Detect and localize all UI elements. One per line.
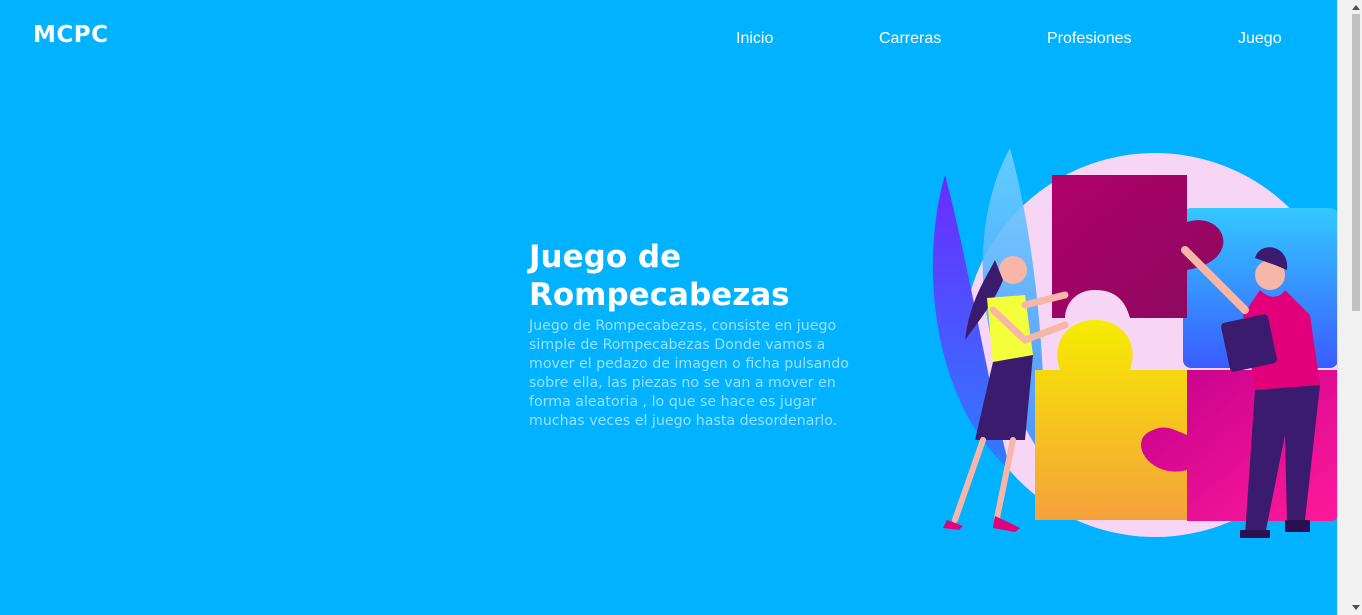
hero-description: Juego de Rompecabezas, consiste en juego… (529, 318, 849, 429)
nav-profesiones[interactable]: Profesiones (1047, 30, 1132, 48)
puzzle-team-illustration (932, 148, 1347, 538)
hero-title: Juego de Rompecabezas (529, 239, 790, 313)
scroll-down-icon[interactable] (1350, 601, 1362, 615)
scrollbar-track[interactable] (1350, 0, 1362, 615)
page: MCPC Inicio Carreras Profesiones Juego J… (0, 0, 1350, 615)
scrollbar-thumb[interactable] (1352, 14, 1360, 311)
vertical-scrollbar[interactable] (1337, 0, 1350, 615)
nav-juego[interactable]: Juego (1238, 30, 1282, 48)
site-logo[interactable]: MCPC (33, 22, 109, 48)
scroll-up-icon[interactable] (1350, 0, 1362, 14)
nav-carreras[interactable]: Carreras (879, 30, 941, 48)
nav-inicio[interactable]: Inicio (736, 30, 773, 48)
